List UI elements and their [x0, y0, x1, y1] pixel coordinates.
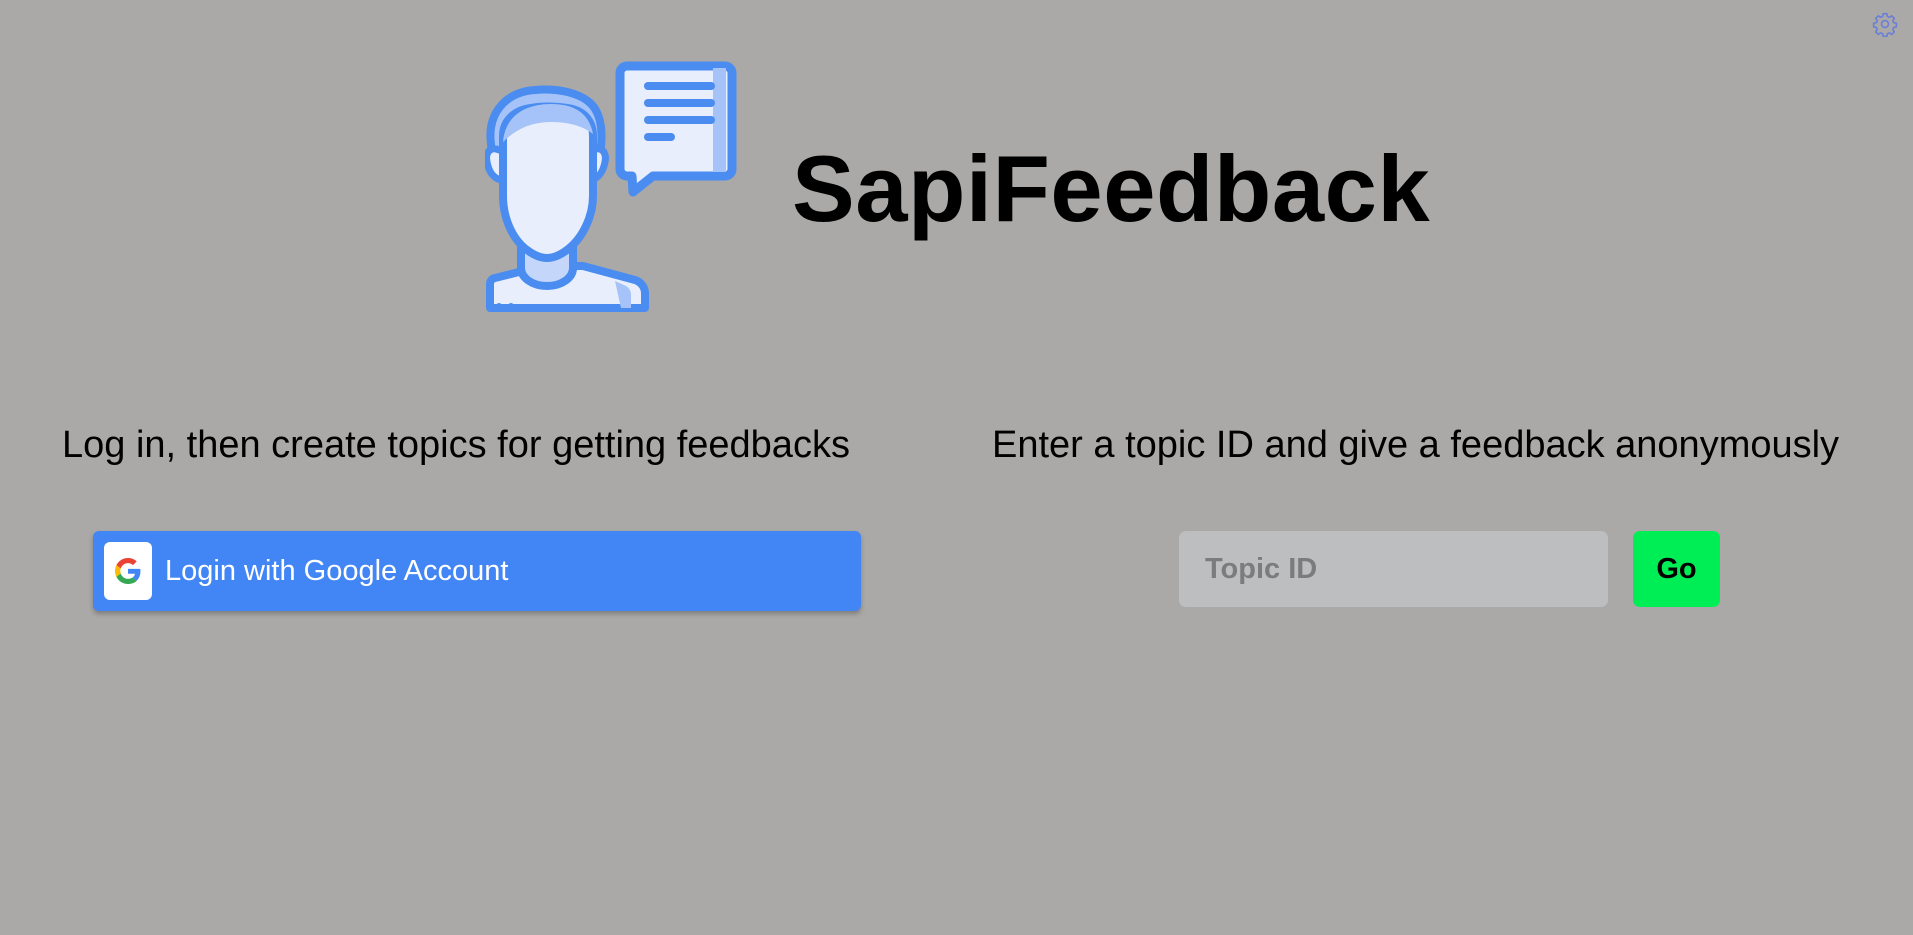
login-section-heading: Log in, then create topics for getting f…	[62, 424, 850, 466]
feedback-section-heading: Enter a topic ID and give a feedback ano…	[992, 424, 1840, 466]
topic-id-input[interactable]	[1179, 531, 1608, 607]
google-logo-box	[104, 542, 152, 600]
google-login-button[interactable]: Login with Google Account	[93, 531, 861, 611]
go-button[interactable]: Go	[1633, 531, 1720, 607]
settings-button[interactable]	[1871, 10, 1899, 38]
landing-page: SapiFeedback Log in, then create topics …	[0, 0, 1913, 935]
google-g-icon	[115, 558, 141, 584]
anonymous-feedback-section: Enter a topic ID and give a feedback ano…	[985, 420, 1885, 470]
gear-icon	[1872, 12, 1898, 37]
app-header: SapiFeedback	[485, 58, 1430, 314]
login-section: Log in, then create topics for getting f…	[50, 420, 902, 470]
app-title: SapiFeedback	[792, 136, 1431, 241]
google-login-label: Login with Google Account	[165, 554, 509, 587]
person-with-speech-bubble-icon	[485, 61, 737, 312]
